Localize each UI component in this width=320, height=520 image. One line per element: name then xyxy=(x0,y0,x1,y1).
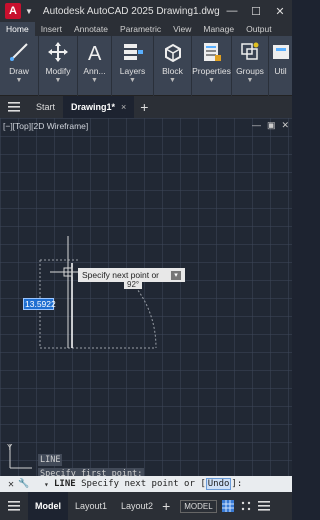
tooltip-prompt: Specify next point or xyxy=(82,270,160,280)
ribbon-group-label: Ann... xyxy=(83,66,106,76)
window-title: Autodesk AutoCAD 2025 Drawing1.dwg xyxy=(42,5,220,17)
ribbon-group-label: Util xyxy=(274,66,287,76)
command-line[interactable]: ✕ 🔧 ▾ LINE Specify next point or [Undo]: xyxy=(0,476,292,492)
close-command-line-icon[interactable]: ✕ xyxy=(8,479,18,490)
tab-insert[interactable]: Insert xyxy=(35,22,68,36)
ribbon-group-label: Modify xyxy=(45,66,71,76)
close-tab-button[interactable]: × xyxy=(121,102,126,112)
svg-text:A: A xyxy=(88,43,102,63)
status-menu-icon[interactable] xyxy=(0,495,28,517)
grid-icon[interactable] xyxy=(221,499,235,513)
ribbon-group-label: Draw xyxy=(9,66,29,76)
new-drawing-button[interactable]: + xyxy=(140,99,148,115)
file-tab-bar: Start Drawing1* × + xyxy=(0,96,292,118)
customization-menu-icon[interactable] xyxy=(257,499,271,513)
tooltip-options-icon[interactable]: ▾ xyxy=(171,270,182,280)
maximize-button[interactable]: ☐ xyxy=(244,0,268,22)
tab-view[interactable]: View xyxy=(167,22,197,36)
tab-home[interactable]: Home xyxy=(0,22,35,36)
tab-model[interactable]: Model xyxy=(28,492,68,520)
ribbon-panel: Draw ▼ Modify ▼ A Ann... ▼ Layers ▼ Bloc… xyxy=(0,36,292,96)
layers-icon xyxy=(121,40,145,64)
tab-drawing1-label: Drawing1* xyxy=(71,102,116,112)
ribbon-group-annotation[interactable]: A Ann... ▼ xyxy=(78,36,112,96)
command-prompt-text: LINE Specify next point or [Undo]: xyxy=(54,478,243,490)
model-space-button[interactable]: MODEL xyxy=(180,499,217,513)
chevron-down-icon: ▼ xyxy=(208,77,215,84)
command-suffix: ]: xyxy=(231,479,243,489)
status-bar: Model Layout1 Layout2 + MODEL xyxy=(0,492,292,520)
block-icon xyxy=(161,40,185,64)
ribbon-group-utilities[interactable]: Util xyxy=(269,36,292,96)
tab-manage[interactable]: Manage xyxy=(197,22,240,36)
ribbon-group-draw[interactable]: Draw ▼ xyxy=(0,36,39,96)
customize-wrench-icon[interactable]: 🔧 xyxy=(18,479,30,489)
ribbon-group-block[interactable]: Block ▼ xyxy=(154,36,192,96)
ribbon-group-properties[interactable]: Properties ▼ xyxy=(192,36,232,96)
command-history-line: LINE xyxy=(38,454,63,466)
chevron-down-icon: ▼ xyxy=(54,77,62,84)
recent-commands-icon[interactable]: ▾ xyxy=(44,480,54,489)
title-bar: A ▼ Autodesk AutoCAD 2025 Drawing1.dwg —… xyxy=(0,0,292,22)
tab-start[interactable]: Start xyxy=(28,96,63,118)
chevron-down-icon: ▼ xyxy=(169,77,176,84)
ribbon-group-layers[interactable]: Layers ▼ xyxy=(112,36,154,96)
minimize-button[interactable]: — xyxy=(220,0,244,22)
angle-input[interactable]: 92° xyxy=(124,280,143,289)
drawing-canvas[interactable]: [−][Top][2D Wireframe] — ▣ ✕ Y Specify n… xyxy=(0,118,292,492)
ribbon-group-label: Layers xyxy=(119,66,146,76)
command-prompt: Specify next point or [ xyxy=(81,479,206,489)
new-layout-button[interactable]: + xyxy=(162,498,170,514)
tab-parametric[interactable]: Parametric xyxy=(114,22,167,36)
tab-drawing1[interactable]: Drawing1* × xyxy=(63,96,135,118)
ribbon-group-groups[interactable]: Groups ▼ xyxy=(232,36,269,96)
utilities-icon xyxy=(269,40,292,64)
chevron-down-icon: ▼ xyxy=(129,77,136,84)
close-button[interactable]: ✕ xyxy=(268,0,292,22)
ribbon-group-label: Groups xyxy=(236,66,264,76)
window-controls: — ☐ ✕ xyxy=(220,0,292,22)
chevron-down-icon: ▼ xyxy=(15,77,23,84)
ribbon-group-modify[interactable]: Modify ▼ xyxy=(39,36,78,96)
tab-annotate[interactable]: Annotate xyxy=(68,22,114,36)
tab-layout2[interactable]: Layout2 xyxy=(114,492,160,520)
command-name: LINE xyxy=(54,479,76,489)
chevron-down-icon: ▼ xyxy=(91,77,98,84)
draw-icon xyxy=(7,40,31,64)
tab-layout1[interactable]: Layout1 xyxy=(68,492,114,520)
snap-icon[interactable] xyxy=(239,499,253,513)
properties-icon xyxy=(200,40,224,64)
move-icon xyxy=(46,40,70,64)
app-menu-caret-icon[interactable]: ▼ xyxy=(25,7,33,16)
groups-icon xyxy=(238,40,262,64)
ribbon-tab-bar: Home Insert Annotate Parametric View Man… xyxy=(0,22,292,36)
ribbon-group-label: Block xyxy=(162,66,183,76)
ribbon-group-label: Properties xyxy=(192,66,231,76)
annotation-icon: A xyxy=(83,40,107,64)
length-input[interactable]: 13.5922 xyxy=(23,298,56,310)
hamburger-menu-icon[interactable] xyxy=(0,96,28,118)
ucs-y-label: Y xyxy=(7,443,13,452)
chevron-down-icon: ▼ xyxy=(246,77,254,84)
tab-output[interactable]: Output xyxy=(240,22,278,36)
undo-option[interactable]: Undo xyxy=(205,478,232,490)
autocad-logo-button[interactable]: A xyxy=(5,3,21,19)
